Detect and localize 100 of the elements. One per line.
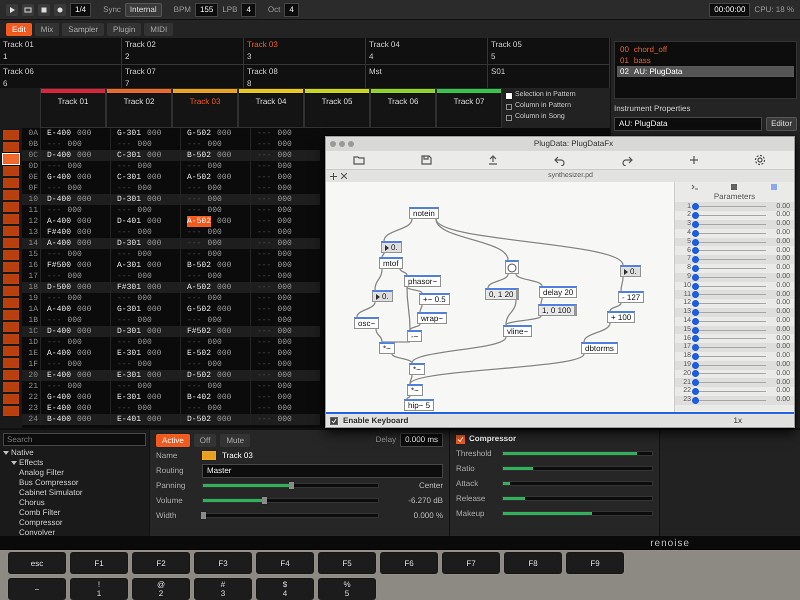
plugin-field[interactable]: AU: PlugData bbox=[614, 117, 762, 131]
folder-icon[interactable] bbox=[353, 154, 366, 166]
view-tab[interactable]: Plugin bbox=[107, 22, 142, 36]
keyboard-key[interactable]: F9 bbox=[566, 552, 624, 574]
note-cell[interactable]: D-301 bbox=[117, 326, 142, 337]
upload-icon[interactable] bbox=[487, 154, 500, 166]
routing-dropdown[interactable]: Master bbox=[202, 464, 443, 478]
slider-thumb[interactable] bbox=[692, 326, 699, 334]
editor-button[interactable]: Editor bbox=[766, 117, 797, 131]
slider-thumb[interactable] bbox=[262, 497, 268, 504]
number-box[interactable]: 0. bbox=[372, 290, 393, 302]
patch-object[interactable]: notein bbox=[409, 207, 439, 220]
play-button[interactable] bbox=[6, 4, 18, 16]
console-icon[interactable] bbox=[690, 183, 699, 192]
note-cell[interactable]: G-502 bbox=[187, 128, 212, 139]
keyboard-key[interactable]: @ 2 bbox=[132, 578, 190, 600]
note-cell[interactable]: G-502 bbox=[187, 304, 212, 315]
slider-thumb[interactable] bbox=[692, 230, 699, 237]
patch-object[interactable]: osc~ bbox=[354, 317, 380, 330]
slider-thumb[interactable] bbox=[692, 274, 699, 281]
note-cell[interactable]: A-502 bbox=[187, 172, 212, 183]
number-box[interactable]: 0. bbox=[620, 265, 641, 278]
slider-thumb[interactable] bbox=[692, 238, 699, 246]
track-header[interactable]: Track 06 bbox=[370, 88, 436, 128]
keyboard-key[interactable]: F6 bbox=[380, 552, 438, 574]
note-cell[interactable]: B-402 bbox=[187, 392, 212, 403]
keyboard-key[interactable]: F1 bbox=[70, 552, 128, 574]
slider-thumb[interactable] bbox=[288, 482, 294, 489]
tree-item[interactable]: Compressor bbox=[19, 518, 63, 528]
sliders-icon[interactable] bbox=[770, 183, 778, 192]
matrix-cell[interactable]: Track 04 4 bbox=[366, 38, 488, 64]
slider-thumb[interactable] bbox=[692, 291, 699, 298]
note-cell[interactable]: F#301 bbox=[117, 282, 142, 293]
tree-item[interactable]: Chorus bbox=[19, 498, 45, 508]
track-header[interactable]: Track 04 bbox=[238, 88, 304, 128]
state-tab[interactable]: Mute bbox=[220, 434, 250, 446]
slider-thumb[interactable] bbox=[692, 264, 699, 272]
plus-icon[interactable] bbox=[330, 172, 337, 180]
slider-thumb[interactable] bbox=[692, 318, 699, 325]
track-header[interactable]: Track 07 bbox=[436, 88, 502, 128]
note-cell[interactable]: E-400 bbox=[47, 403, 72, 414]
patch-object[interactable]: dbtorms bbox=[581, 342, 618, 354]
undo-icon[interactable] bbox=[554, 154, 566, 166]
note-cell[interactable]: D-301 bbox=[117, 238, 142, 249]
keyboard-key[interactable]: % 5 bbox=[318, 578, 376, 600]
slider-thumb[interactable] bbox=[692, 308, 699, 316]
note-cell[interactable]: F#400 bbox=[47, 227, 72, 238]
view-tab[interactable]: Mix bbox=[34, 22, 60, 36]
note-cell[interactable]: F#502 bbox=[187, 326, 212, 337]
note-cell[interactable]: G-400 bbox=[47, 172, 72, 183]
note-cell[interactable]: E-400 bbox=[47, 370, 72, 381]
note-cell[interactable]: E-502 bbox=[187, 348, 212, 359]
view-tab[interactable]: MIDI bbox=[144, 22, 174, 36]
matrix-cell[interactable]: Track 01 1 bbox=[0, 38, 122, 64]
note-cell[interactable]: B-502 bbox=[187, 260, 212, 271]
note-cell[interactable]: G-301 bbox=[117, 128, 142, 139]
loop-button[interactable] bbox=[22, 4, 34, 16]
parameter-slider[interactable] bbox=[502, 466, 653, 471]
slider-thumb[interactable] bbox=[692, 282, 699, 290]
instrument-item[interactable]: 01 bass bbox=[617, 55, 794, 66]
slider-thumb[interactable] bbox=[692, 344, 699, 352]
slider-thumb[interactable] bbox=[692, 352, 699, 360]
tree-item[interactable]: Analog Filter bbox=[19, 468, 64, 478]
parameter-slider[interactable] bbox=[502, 496, 653, 501]
note-cell[interactable]: A-400 bbox=[47, 238, 72, 249]
checkbox[interactable] bbox=[456, 434, 465, 444]
tree-item[interactable]: Cabinet Simulator bbox=[19, 488, 83, 498]
patch-object[interactable]: wrap~ bbox=[417, 312, 448, 324]
lpb-field[interactable]: 4 bbox=[241, 2, 256, 16]
tree-item[interactable]: Comb Filter bbox=[19, 508, 60, 518]
note-cell[interactable]: D-400 bbox=[47, 194, 72, 205]
record-button[interactable] bbox=[54, 4, 66, 16]
parameter-slider[interactable] bbox=[202, 498, 379, 503]
save-icon[interactable] bbox=[420, 154, 432, 166]
slider-thumb[interactable] bbox=[692, 203, 699, 210]
note-cell[interactable]: D-400 bbox=[47, 326, 72, 337]
track-header[interactable]: Track 01 bbox=[40, 88, 106, 128]
note-cell[interactable]: E-301 bbox=[117, 348, 142, 359]
parameter-slider[interactable] bbox=[502, 481, 653, 486]
patch-object[interactable]: *~ bbox=[379, 342, 395, 354]
note-cell[interactable]: B-400 bbox=[47, 414, 72, 425]
note-cell[interactable]: A-400 bbox=[47, 304, 72, 315]
radio-button[interactable] bbox=[506, 114, 512, 120]
keyboard-key[interactable]: ~ bbox=[8, 578, 66, 600]
bpm-field[interactable]: 155 bbox=[194, 2, 218, 16]
signature-field[interactable]: 1/4 bbox=[70, 2, 92, 16]
keyboard-key[interactable]: $ 4 bbox=[256, 578, 314, 600]
patch-object[interactable]: hip~ 5 bbox=[404, 399, 434, 412]
plus-icon[interactable] bbox=[688, 154, 700, 166]
slider-thumb[interactable] bbox=[692, 396, 699, 404]
search-field[interactable]: Search bbox=[3, 433, 146, 446]
parameter-slider[interactable] bbox=[202, 513, 379, 518]
patch-object[interactable]: + 100 bbox=[607, 311, 636, 324]
redo-icon[interactable] bbox=[620, 154, 633, 166]
patch-object[interactable]: *~ bbox=[409, 363, 425, 376]
patch-object[interactable]: +~ 0.5 bbox=[419, 293, 450, 306]
note-cell[interactable]: C-301 bbox=[117, 150, 142, 161]
note-cell[interactable]: B-502 bbox=[187, 150, 212, 161]
note-cell[interactable]: A-400 bbox=[47, 216, 72, 227]
matrix-cell[interactable]: Track 05 5 bbox=[488, 38, 610, 64]
